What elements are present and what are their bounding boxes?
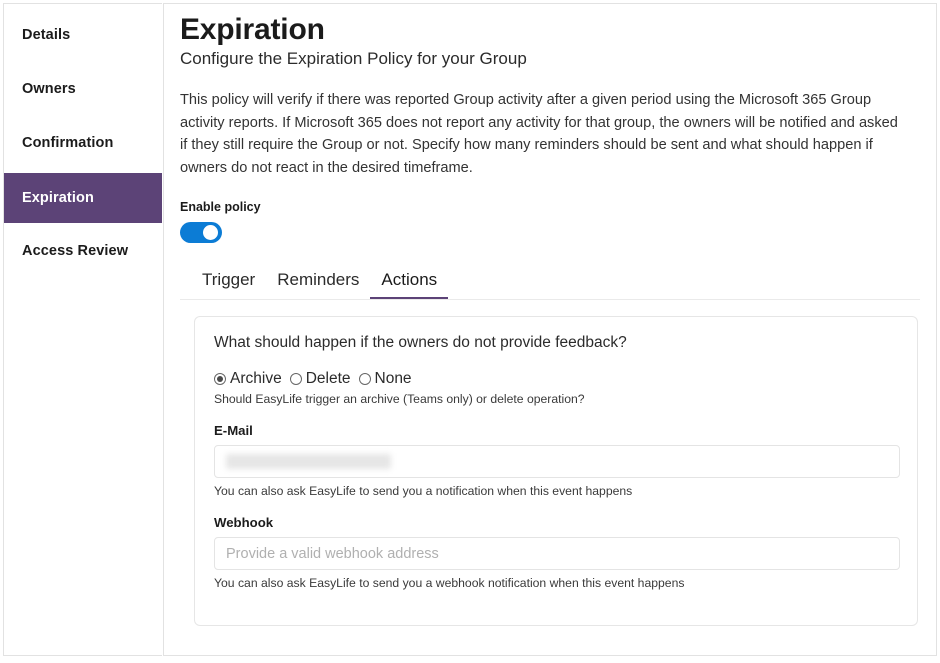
radio-button-icon[interactable] bbox=[214, 373, 226, 385]
sidebar-item-access-review[interactable]: Access Review bbox=[4, 237, 162, 266]
page-title: Expiration bbox=[180, 4, 920, 47]
radio-button-icon[interactable] bbox=[359, 373, 371, 385]
enable-policy-label: Enable policy bbox=[180, 200, 920, 214]
sidebar-item-owners[interactable]: Owners bbox=[4, 75, 162, 104]
tab-reminders[interactable]: Reminders bbox=[266, 270, 370, 299]
sidebar-item-label: Details bbox=[22, 27, 70, 43]
sidebar-item-label: Access Review bbox=[22, 243, 128, 259]
app-window: Details Owners Confirmation Expiration A… bbox=[0, 0, 940, 663]
policy-description: This policy will verify if there was rep… bbox=[180, 89, 908, 179]
sidebar-item-confirmation[interactable]: Confirmation bbox=[4, 129, 162, 158]
enable-policy-toggle[interactable] bbox=[180, 222, 222, 243]
main-content-panel: Expiration Configure the Expiration Poli… bbox=[164, 3, 937, 656]
feedback-question: What should happen if the owners do not … bbox=[214, 334, 898, 352]
sidebar-item-list: Details Owners Confirmation Expiration A… bbox=[4, 4, 162, 266]
tab-trigger[interactable]: Trigger bbox=[191, 270, 266, 299]
redacted-email-value bbox=[226, 454, 391, 469]
tab-label: Trigger bbox=[202, 270, 255, 289]
tab-actions[interactable]: Actions bbox=[370, 270, 448, 299]
toggle-knob bbox=[203, 225, 218, 240]
email-field-hint: You can also ask EasyLife to send you a … bbox=[214, 484, 898, 498]
sidebar-item-expiration[interactable]: Expiration bbox=[4, 173, 162, 223]
sidebar-item-label: Expiration bbox=[22, 190, 94, 206]
radio-option-none[interactable]: None bbox=[359, 370, 412, 388]
sidebar-navigation: Details Owners Confirmation Expiration A… bbox=[3, 3, 162, 656]
tab-bar: Trigger Reminders Actions bbox=[180, 263, 920, 300]
radio-label: Delete bbox=[306, 370, 351, 388]
sidebar-item-label: Confirmation bbox=[22, 135, 113, 151]
radio-button-icon[interactable] bbox=[290, 373, 302, 385]
webhook-input-placeholder: Provide a valid webhook address bbox=[226, 546, 439, 562]
page-subtitle: Configure the Expiration Policy for your… bbox=[180, 49, 920, 69]
email-input[interactable] bbox=[214, 445, 900, 478]
radio-label: None bbox=[375, 370, 412, 388]
radio-option-archive[interactable]: Archive bbox=[214, 370, 282, 388]
actions-panel-card: What should happen if the owners do not … bbox=[194, 316, 918, 626]
webhook-field-hint: You can also ask EasyLife to send you a … bbox=[214, 576, 898, 590]
webhook-field-label: Webhook bbox=[214, 515, 898, 530]
radio-label: Archive bbox=[230, 370, 282, 388]
tab-label: Actions bbox=[381, 270, 437, 289]
action-radio-group: Archive Delete None bbox=[214, 370, 898, 388]
email-field-label: E-Mail bbox=[214, 423, 898, 438]
sidebar-item-details[interactable]: Details bbox=[4, 21, 162, 50]
webhook-input[interactable]: Provide a valid webhook address bbox=[214, 537, 900, 570]
radio-group-hint: Should EasyLife trigger an archive (Team… bbox=[214, 392, 898, 406]
sidebar-item-label: Owners bbox=[22, 81, 76, 97]
tab-label: Reminders bbox=[277, 270, 359, 289]
radio-option-delete[interactable]: Delete bbox=[290, 370, 351, 388]
